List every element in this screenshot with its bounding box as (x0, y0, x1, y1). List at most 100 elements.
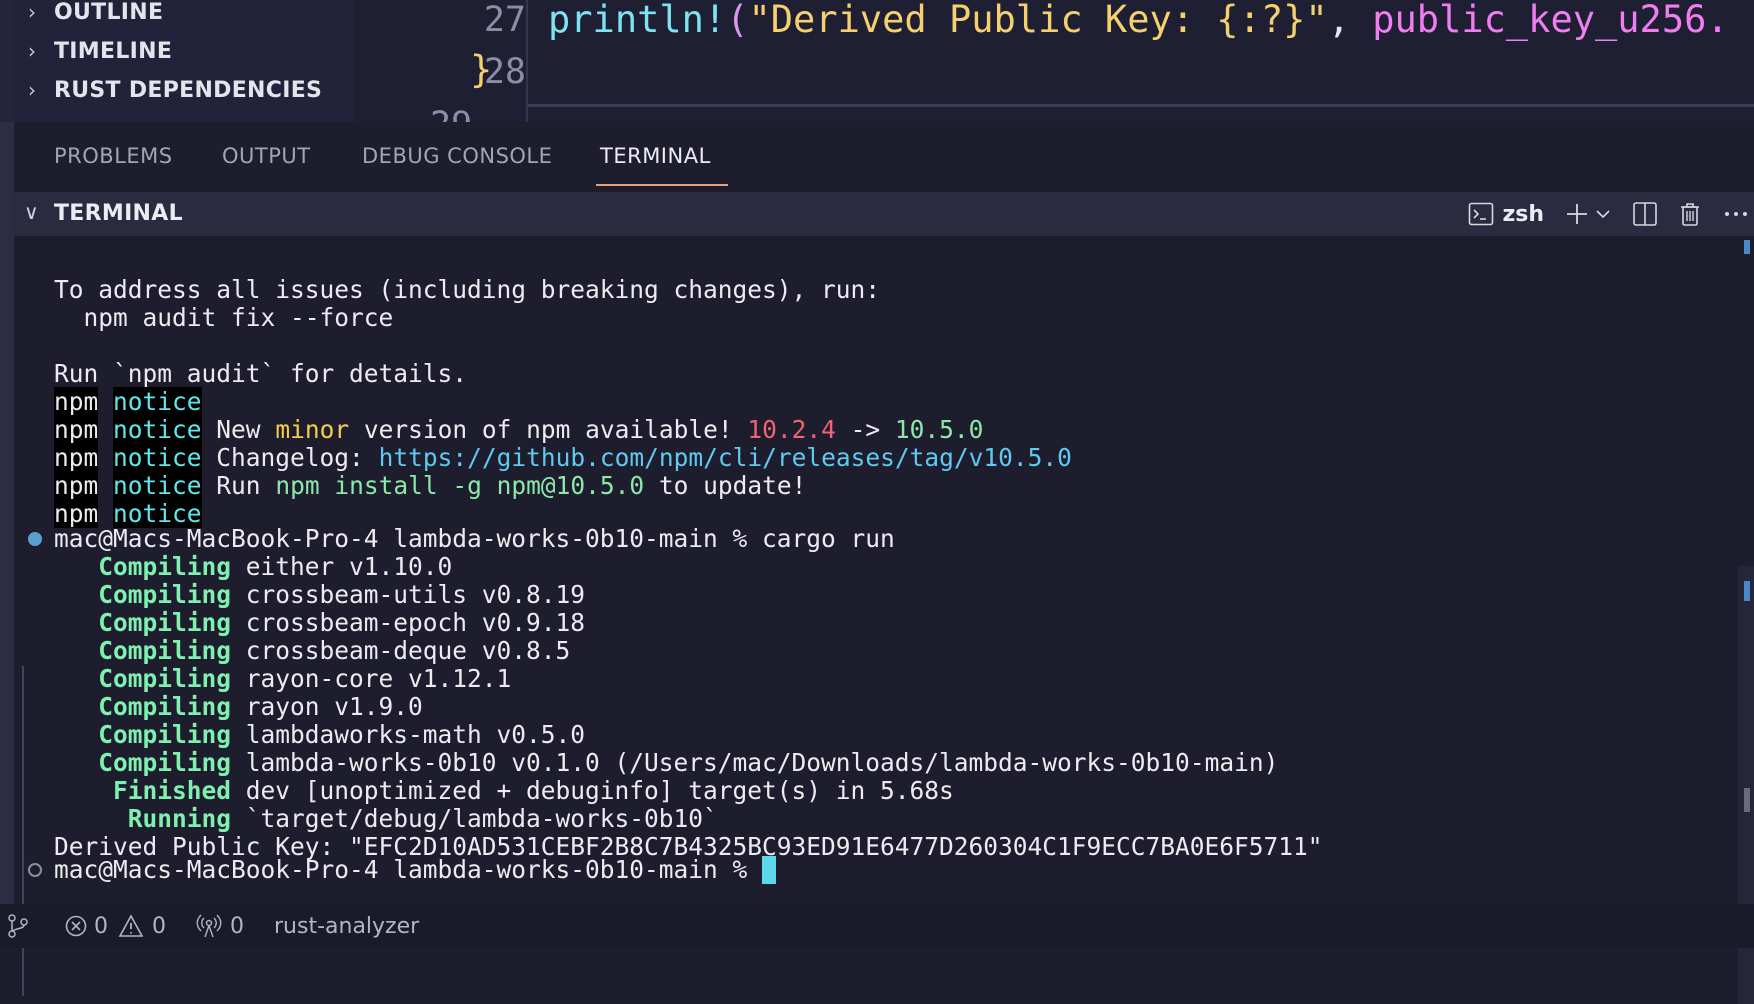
chevron-right-icon: › (28, 39, 37, 63)
source-control-status[interactable] (6, 913, 30, 939)
activity-bar-edge (0, 0, 14, 948)
error-icon (65, 915, 87, 937)
code-line-27[interactable]: println!("Derived Public Key: {:?}", pub… (548, 0, 1729, 41)
terminal-cursor (762, 856, 777, 884)
kill-terminal-button[interactable] (1678, 201, 1702, 227)
running-label: Running (127, 804, 232, 833)
terminal-line: Compiling crossbeam-deque v0.8.5 (54, 637, 570, 665)
ports-count: 0 (230, 913, 244, 939)
terminal-line: Compiling crossbeam-epoch v0.9.18 (54, 609, 585, 637)
code-token-string: "Derived Public Key: {:?}" (748, 0, 1328, 41)
terminal-text: version of npm available! (349, 415, 748, 444)
npm-label: npm (54, 415, 99, 444)
crate-name: rayon-core v1.12.1 (245, 664, 512, 693)
terminal-line: Compiling rayon-core v1.12.1 (54, 665, 511, 693)
tab-debug-console[interactable]: DEBUG CONSOLE (362, 144, 552, 168)
command-pending-icon[interactable] (28, 863, 42, 877)
language-server-status[interactable]: rust-analyzer (274, 914, 419, 939)
npm-label: npm (54, 471, 99, 500)
shell-name: zsh (1502, 201, 1544, 227)
sidebar-item-label: TIMELINE (54, 38, 173, 64)
terminal-prompt-line: mac@Macs-MacBook-Pro-4 lambda-works-0b10… (54, 855, 777, 884)
crate-name: either v1.10.0 (245, 552, 453, 581)
finished-label: Finished (113, 776, 232, 805)
tab-problems[interactable]: PROBLEMS (54, 144, 173, 168)
code-token-macro: println! (548, 0, 727, 41)
scrollbar-marker (1744, 581, 1750, 601)
terminal-line: Finished dev [unoptimized + debuginfo] t… (54, 777, 954, 805)
terminal-actions: zsh (1458, 192, 1754, 236)
code-line-28[interactable]: } (470, 48, 492, 91)
npm-label: npm (54, 387, 99, 416)
code-token-paren: ( (726, 0, 749, 41)
sidebar-item-label: RUST DEPENDENCIES (54, 77, 323, 103)
chevron-down-icon[interactable]: ∨ (24, 200, 39, 224)
code-editor[interactable]: 27 28 29 println!("Derived Public Key: {… (354, 0, 1754, 122)
terminal-line: Compiling rayon v1.9.0 (54, 693, 423, 721)
active-tab-indicator (596, 184, 728, 186)
ellipsis-icon (1725, 212, 1747, 216)
more-actions-button[interactable] (1722, 201, 1750, 227)
npm-label: npm (54, 443, 99, 472)
shell-selector[interactable]: zsh (1468, 201, 1544, 227)
old-version: 10.2.4 (747, 415, 836, 444)
terminal-prompt-line: mac@Macs-MacBook-Pro-4 lambda-works-0b10… (54, 525, 895, 553)
source-control-icon (8, 914, 28, 938)
split-terminal-button[interactable] (1632, 201, 1658, 227)
error-count: 0 (94, 913, 108, 939)
terminal-line: npm audit fix --force (54, 303, 394, 332)
command: cargo run (762, 524, 895, 553)
compiling-label: Compiling (98, 636, 232, 665)
chevron-down-icon[interactable] (1594, 205, 1612, 223)
terminal-view[interactable]: To address all issues (including breakin… (14, 236, 1754, 1004)
chevron-right-icon: › (28, 78, 37, 102)
editor-divider (528, 104, 1754, 107)
problems-status[interactable]: 0 0 (64, 914, 166, 939)
prompt: mac@Macs-MacBook-Pro-4 lambda-works-0b10… (54, 855, 763, 884)
line-number: 28 (483, 52, 526, 92)
crate-name: crossbeam-deque v0.8.5 (245, 636, 571, 665)
compiling-label: Compiling (98, 664, 232, 693)
terminal-line: npm notice Run npm install -g npm@10.5.0… (54, 471, 806, 500)
command-success-icon[interactable] (28, 532, 42, 546)
terminal-line: Running `target/debug/lambda-works-0b10` (54, 805, 718, 833)
sidebar-item-timeline[interactable]: › TIMELINE (28, 29, 172, 73)
terminal-line: To address all issues (including breakin… (54, 275, 881, 304)
terminal-icon (1469, 202, 1494, 226)
compiling-label: Compiling (98, 552, 232, 581)
tab-terminal[interactable]: TERMINAL (600, 144, 711, 168)
scrollbar-marker (1744, 240, 1750, 254)
terminal-line: npm notice New minor version of npm avai… (54, 415, 983, 444)
notice-label: notice (113, 443, 202, 472)
line-number: 27 (483, 0, 526, 40)
trash-icon (1681, 203, 1699, 226)
new-terminal-button[interactable] (1564, 201, 1612, 227)
tab-output[interactable]: OUTPUT (222, 144, 311, 168)
terminal-text: -> (835, 415, 895, 444)
workbench-top: › OUTLINE › TIMELINE › RUST DEPENDENCIES… (0, 0, 1754, 122)
crate-name: lambdaworks-math v0.5.0 (245, 720, 586, 749)
terminal-section-header[interactable]: ∨ TERMINAL zsh (14, 192, 1754, 236)
compiling-label: Compiling (98, 720, 232, 749)
terminal-command: npm install -g npm@10.5.0 (275, 471, 645, 500)
binary-path: `target/debug/lambda-works-0b10` (245, 804, 718, 833)
split-icon (1633, 202, 1657, 226)
warning-count: 0 (152, 913, 166, 939)
terminal-line: Compiling either v1.10.0 (54, 553, 452, 581)
code-token-comma: , (1327, 0, 1373, 41)
chevron-right-icon: › (28, 0, 37, 24)
compiling-label: Compiling (98, 608, 232, 637)
terminal-line: npm notice (54, 387, 202, 416)
notice-label: notice (113, 471, 202, 500)
compiling-label: Compiling (98, 580, 232, 609)
changelog-link[interactable]: https://github.com/npm/cli/releases/tag/… (379, 443, 1072, 472)
sidebar-item-rust-dependencies[interactable]: › RUST DEPENDENCIES (28, 68, 322, 112)
ports-status[interactable]: 0 (196, 913, 244, 939)
status-bar: 0 0 0 rust-analyzer (0, 904, 1754, 948)
terminal-line: Compiling lambda-works-0b10 v0.1.0 (/Use… (54, 749, 1278, 777)
terminal-text: Changelog: (201, 443, 379, 472)
crate-name: crossbeam-epoch v0.9.18 (245, 608, 586, 637)
broadcast-icon (196, 914, 222, 938)
warning-icon (118, 914, 144, 937)
code-token-variable: public_key_u256. (1372, 0, 1729, 41)
